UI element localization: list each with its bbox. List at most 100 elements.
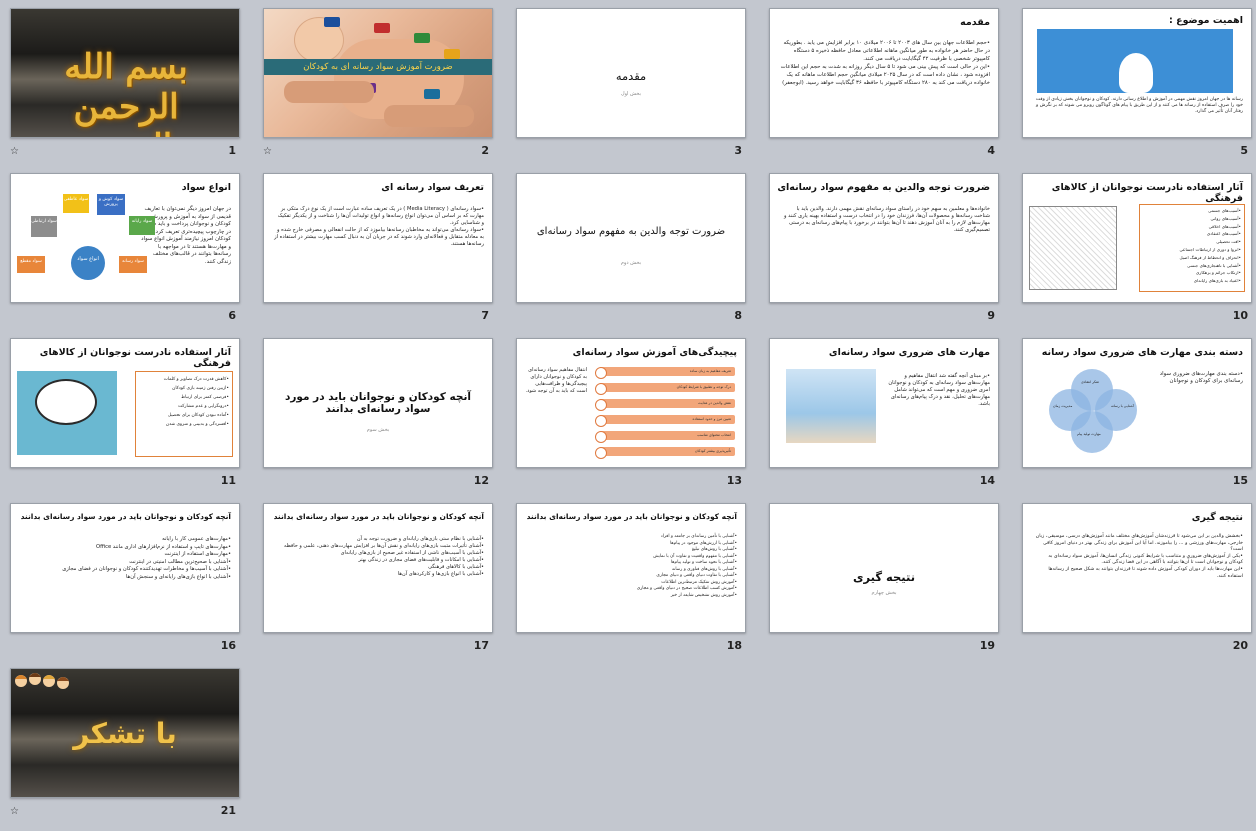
list-dot xyxy=(595,399,607,411)
slide-title: آنچه کودکان و نوجوانان باید در مورد سواد… xyxy=(273,512,484,521)
boy-with-tablet-image xyxy=(786,369,876,443)
slide-title: اهمیت موضوع : xyxy=(1168,15,1243,26)
slide-17-preview[interactable]: آنچه کودکان و نوجوانان باید در مورد سواد… xyxy=(263,503,493,633)
slide-6-preview[interactable]: انواع سواد در جهان امروز دیگر نمی‌توان ب… xyxy=(10,173,240,303)
slide-number: 3 xyxy=(734,144,742,157)
slide-subtitle: بخش دوم xyxy=(620,260,642,266)
bullet-list: حجم اطلاعات جهان بین سال های ۲۰۰۳ تا ۲۰۰… xyxy=(780,39,990,87)
slide-number: 2 xyxy=(481,144,489,157)
slide-title: آثار استفاده نادرست نوجوانان از کالاهای … xyxy=(39,347,231,369)
list-row: انتخاب محتوای مناسب xyxy=(599,431,735,440)
slide-11-preview[interactable]: آثار استفاده نادرست نوجوانان از کالاهای … xyxy=(10,338,240,468)
diagram-hub: انواع سواد xyxy=(71,246,105,280)
slide-title: مقدمه xyxy=(960,17,990,28)
slide-title: نتیجه گیری xyxy=(852,570,916,584)
slide-20-preview[interactable]: نتیجه گیری بخشش والدین بر این می‌شود تا … xyxy=(1022,503,1252,633)
slide-7-preview[interactable]: تعریف سواد رسانه ای سواد رسانه‌ای ( Medi… xyxy=(263,173,493,303)
slide-title: آنچه کودکان و نوجوانان باید در مورد سواد… xyxy=(20,512,231,521)
venn-label: مهارت تولید پیام xyxy=(1077,432,1101,436)
slide-number: 4 xyxy=(987,144,995,157)
slide-number: 19 xyxy=(979,639,995,652)
slide-3-preview[interactable]: مقدمه بخش اول xyxy=(516,8,746,138)
slide-title: تعریف سواد رسانه ای xyxy=(381,182,484,193)
slide-9-preview[interactable]: ضرورت توجه والدین به مفهوم سواد رسانه‌ای… xyxy=(769,173,999,303)
diagram-box: سواد رسانه xyxy=(119,256,147,273)
list-row: نقش والدین در هدایت xyxy=(599,399,735,408)
slide-title: دسته بندی مهارت های ضروری سواد رسانه xyxy=(1041,347,1243,358)
slide-subtitle: بخش چهارم xyxy=(871,590,897,596)
thanks-text: با تشکر xyxy=(73,717,177,750)
cartoon-kids-image xyxy=(15,673,69,689)
slide-number: 11 xyxy=(220,474,236,487)
slide-number: 13 xyxy=(726,474,742,487)
bullet-list: کاهش قدرت درک تصاویر و کلمات ازبین رفتن … xyxy=(139,375,229,429)
slide-2-banner: ضرورت آموزش سواد رسانه ای به کودکان xyxy=(264,59,492,75)
slide-title: آثار استفاده نادرست نوجوانان از کالاهای … xyxy=(1051,182,1243,204)
slide-title: آنچه کودکان و نوجوانان باید در مورد سواد… xyxy=(285,391,471,415)
slide-14-preview[interactable]: مهارت های ضروری سواد رسانه‌ای بر مبنای آ… xyxy=(769,338,999,468)
effects-list-box: آسیب‌های جسمی آسیب‌های روانی آسیب‌های اخ… xyxy=(1139,204,1245,292)
slide-number: 7 xyxy=(481,309,489,322)
slide-title: انواع سواد xyxy=(181,182,231,193)
list-row: درک توجه و تطبیق با شرایط کودکان xyxy=(599,383,735,392)
slide-12-preview[interactable]: آنچه کودکان و نوجوانان باید در مورد سواد… xyxy=(263,338,493,468)
slide-text: انتقال مفاهیم سواد رسانه‌ای به کودکان و … xyxy=(525,367,587,394)
bullet-list: آشنایی با تأمین رسانه‌ای بر جامعه و افرا… xyxy=(527,534,737,599)
list-row: تأثیرپذیری بیشتر کودکان xyxy=(599,447,735,456)
slide-15-preview[interactable]: دسته بندی مهارت های ضروری سواد رسانه دست… xyxy=(1022,338,1252,468)
slide-title: پیچیدگی‌های آموزش سواد رسانه‌ای xyxy=(572,347,737,358)
bullet-list: بخشش والدین بر این می‌شود تا فرزندشان آم… xyxy=(1033,534,1243,580)
venn-label: تفکر انتقادی xyxy=(1081,380,1099,384)
slide-number: 1 xyxy=(228,144,236,157)
list-dot xyxy=(595,431,607,443)
slide-18-preview[interactable]: آنچه کودکان و نوجوانان باید در مورد سواد… xyxy=(516,503,746,633)
list-row: تعریف مفاهیم به زبان ساده xyxy=(599,367,735,376)
slide-5-preview[interactable]: اهمیت موضوع : رسانه ها در جهان امروز نقش… xyxy=(1022,8,1252,138)
media-cartoon-image xyxy=(1029,206,1117,290)
slide-number: 9 xyxy=(987,309,995,322)
slide-number: 15 xyxy=(1232,474,1248,487)
list-dot xyxy=(595,383,607,395)
slide-13-preview[interactable]: پیچیدگی‌های آموزش سواد رسانه‌ای انتقال م… xyxy=(516,338,746,468)
diagram-box: سواد ارتباطی xyxy=(31,216,57,237)
effects-list-box: کاهش قدرت درک تصاویر و کلمات ازبین رفتن … xyxy=(135,371,233,457)
slide-number: 20 xyxy=(1232,639,1248,652)
star-icon[interactable]: ☆ xyxy=(10,146,19,157)
technology-head-graphic xyxy=(1037,29,1233,93)
slide-1-preview[interactable]: بسم الله الرحمن الرحیم xyxy=(10,8,240,138)
star-icon[interactable]: ☆ xyxy=(10,806,19,817)
diagram-box: سواد رایانه xyxy=(129,216,155,235)
slide-2-preview[interactable]: ضرورت آموزش سواد رسانه ای به کودکان xyxy=(263,8,493,138)
slide-text: خانواده‌ها و معلمین به سهم خود در راستای… xyxy=(783,206,990,233)
bullet-list: سواد رسانه‌ای ( Media Literacy ) در یک ت… xyxy=(274,206,484,248)
brain-plug-image xyxy=(17,371,117,455)
slide-number: 17 xyxy=(473,639,489,652)
slide-19-preview[interactable]: نتیجه گیری بخش چهارم xyxy=(769,503,999,633)
diagram-box: سواد مقطع xyxy=(17,256,45,273)
venn-circle xyxy=(1049,389,1091,431)
slide-number: 21 xyxy=(220,804,236,817)
list-dot xyxy=(595,367,607,379)
slide-subtitle: بخش سوم xyxy=(366,427,390,433)
slide-4-preview[interactable]: مقدمه حجم اطلاعات جهان بین سال های ۲۰۰۳ … xyxy=(769,8,999,138)
list-dot xyxy=(595,415,607,427)
diagram-box: سواد عاطفی xyxy=(63,194,89,213)
slide-title: ضرورت توجه والدین به مفهوم سواد رسانه‌ای xyxy=(777,182,990,193)
slide-21-preview[interactable]: با تشکر xyxy=(10,668,240,798)
venn-label: آشنایی با رسانه xyxy=(1111,404,1134,408)
slide-8-preview[interactable]: ضرورت توجه والدین به مفهوم سواد رسانه‌ای… xyxy=(516,173,746,303)
diagram-box: سواد کوش و پرورش xyxy=(97,194,125,215)
slide-10-preview[interactable]: آثار استفاده نادرست نوجوانان از کالاهای … xyxy=(1022,173,1252,303)
slide-title: نتیجه گیری xyxy=(1191,512,1243,523)
slide-text: در جهان امروز دیگر نمی‌توان با تعاریف قد… xyxy=(139,206,231,265)
slide-text: رسانه ها در جهان امروز نقش مهمی در آموزش… xyxy=(1035,97,1243,114)
slide-number: 14 xyxy=(979,474,995,487)
slide-title: آنچه کودکان و نوجوانان باید در مورد سواد… xyxy=(526,512,737,521)
slide-number: 12 xyxy=(473,474,489,487)
slide-number: 6 xyxy=(228,309,236,322)
slide-title: ضرورت توجه والدین به مفهوم سواد رسانه‌ای xyxy=(536,226,726,237)
bullet-list: دسته بندی مهارت‌های ضروری سواد رسانه‌ای … xyxy=(1141,371,1243,385)
star-icon[interactable]: ☆ xyxy=(263,146,272,157)
slide-16-preview[interactable]: آنچه کودکان و نوجوانان باید در مورد سواد… xyxy=(10,503,240,633)
bullet-list: بر مبنای آنچه گفته شد انتقال مفاهیم و مه… xyxy=(882,373,990,408)
